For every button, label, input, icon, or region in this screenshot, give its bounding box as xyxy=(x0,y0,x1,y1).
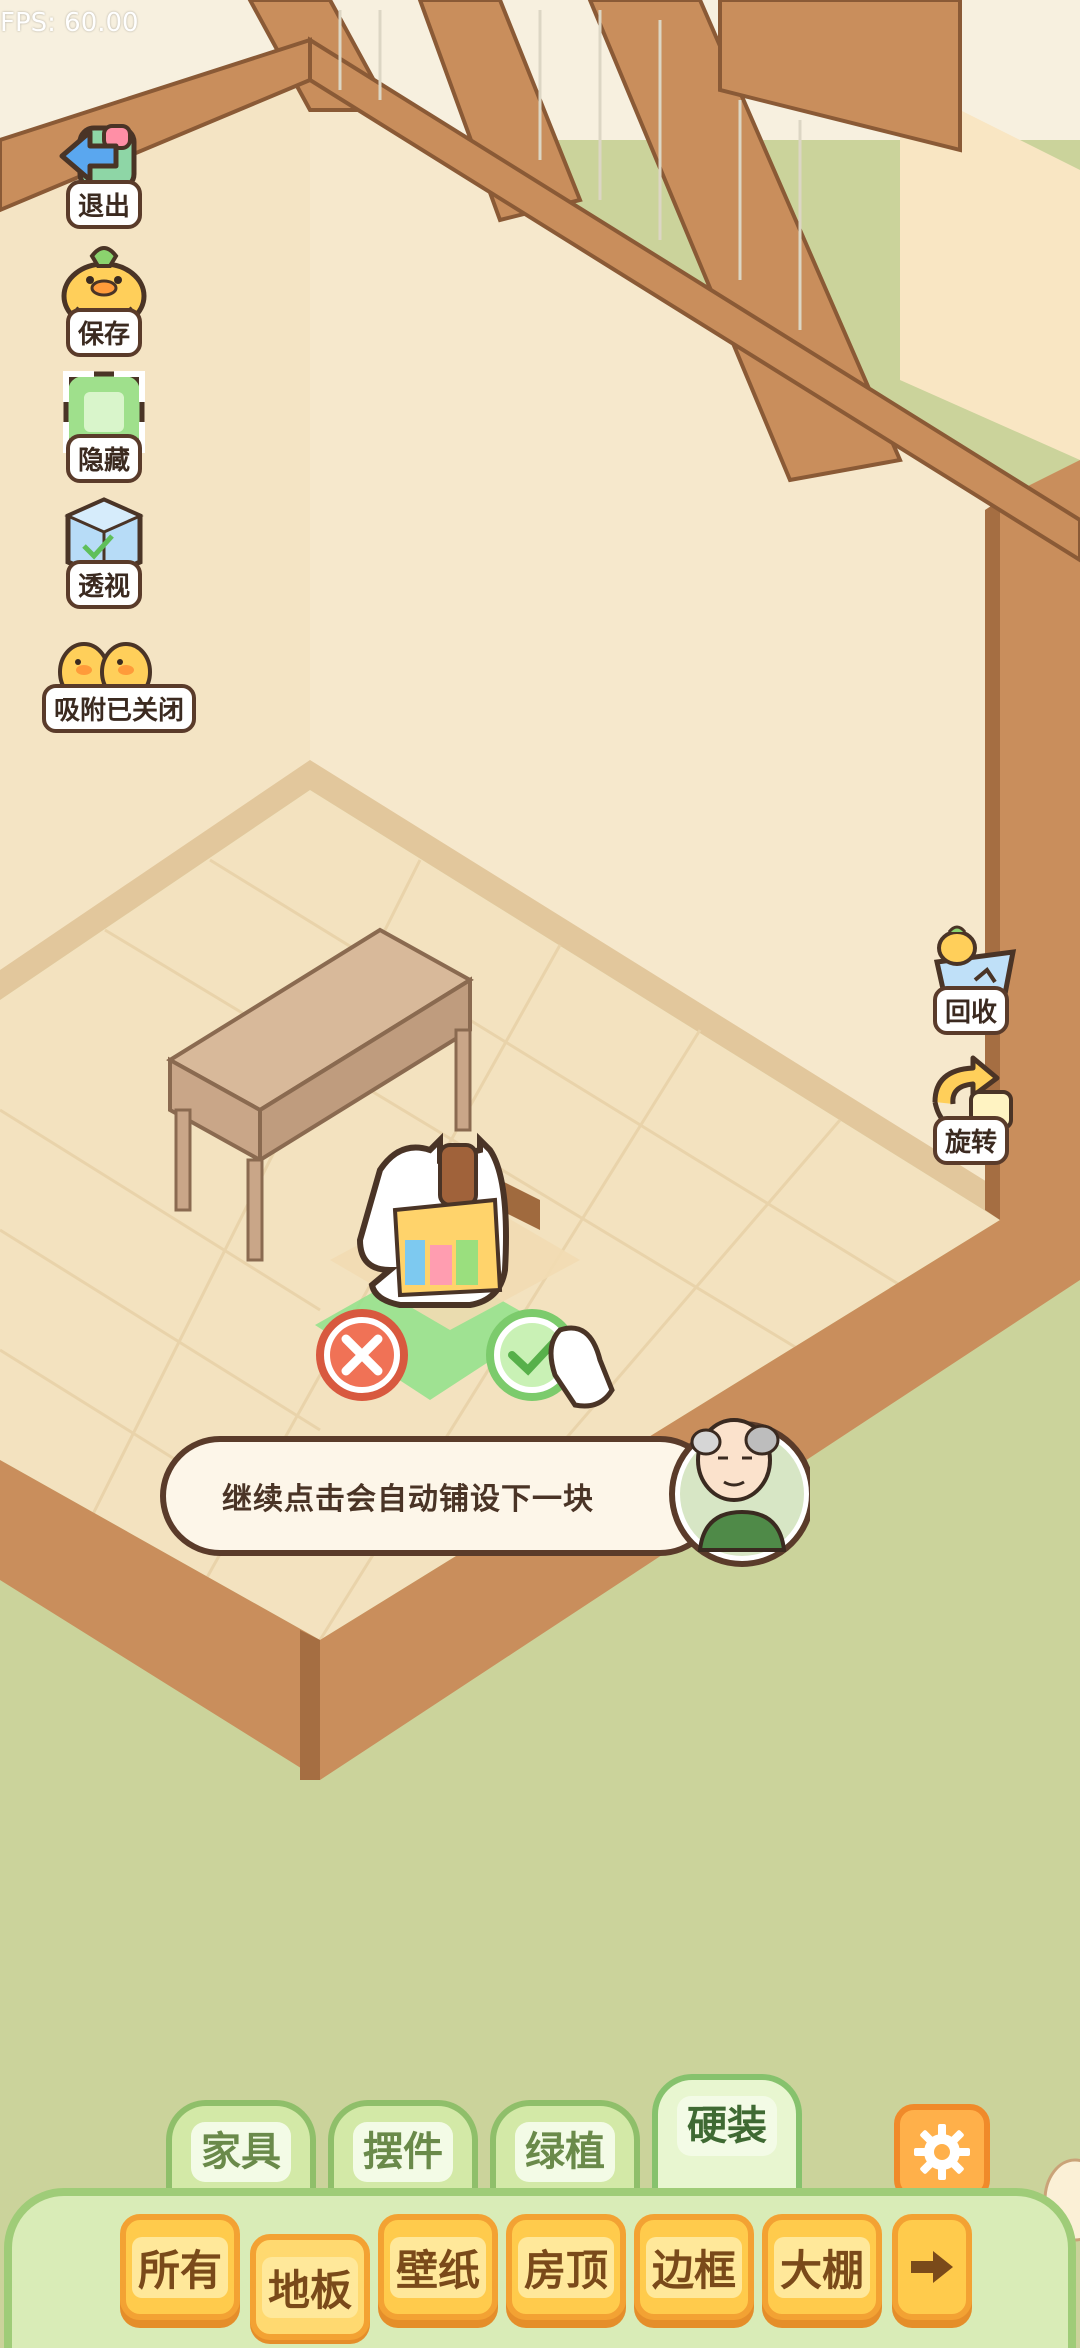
recycle-label: 回收 xyxy=(932,986,1009,1035)
tab-decorations-label: 摆件 xyxy=(353,2122,453,2182)
subtab-wallpaper[interactable]: 壁纸 xyxy=(378,2214,498,2320)
perspective-label: 透视 xyxy=(65,560,142,609)
subtab-roof-label: 房顶 xyxy=(517,2236,614,2298)
snap-toggle-label: 吸附已关闭 xyxy=(42,684,197,733)
exit-label: 退出 xyxy=(65,180,142,229)
cancel-placement-icon xyxy=(316,1309,408,1401)
subtab-roof[interactable]: 房顶 xyxy=(506,2214,626,2320)
subtab-greenhouse-label: 大棚 xyxy=(773,2236,870,2298)
tab-decorations[interactable]: 摆件 xyxy=(328,2100,478,2200)
tutorial-dialog[interactable]: 继续点击会自动铺设下一块 xyxy=(160,1436,720,1556)
settings-button[interactable] xyxy=(894,2104,990,2200)
tab-hard-decor-label: 硬装 xyxy=(677,2096,777,2156)
subtab-wallpaper-label: 壁纸 xyxy=(389,2236,486,2298)
exit-button[interactable]: 退出 xyxy=(44,108,164,229)
arrow-right-icon xyxy=(911,2251,953,2283)
save-label: 保存 xyxy=(65,308,142,357)
rotate-button[interactable]: 旋转 xyxy=(916,1052,1026,1165)
rotate-label: 旋转 xyxy=(932,1116,1009,1165)
fps-counter: FPS: 60.00 xyxy=(0,8,139,38)
next-page-button[interactable] xyxy=(892,2214,972,2320)
tutorial-dialog-text: 继续点击会自动铺设下一块 xyxy=(222,1482,594,1517)
tab-plants-label: 绿植 xyxy=(515,2122,615,2182)
recycle-button[interactable]: 回收 xyxy=(916,922,1026,1035)
hide-button[interactable]: 隐藏 xyxy=(44,362,164,483)
tab-furniture[interactable]: 家具 xyxy=(166,2100,316,2200)
snap-toggle-button[interactable]: 吸附已关闭 xyxy=(42,612,197,733)
subtab-floor-label: 地板 xyxy=(261,2256,358,2318)
gear-icon xyxy=(914,2124,970,2180)
tab-furniture-label: 家具 xyxy=(191,2122,291,2182)
subtab-all-label: 所有 xyxy=(131,2236,228,2298)
tab-plants[interactable]: 绿植 xyxy=(490,2100,640,2200)
grandpa-avatar xyxy=(664,1400,815,1572)
subtab-border-label: 边框 xyxy=(645,2236,742,2298)
subtab-border[interactable]: 边框 xyxy=(634,2214,754,2320)
save-button[interactable]: 保存 xyxy=(44,236,164,357)
subtab-all[interactable]: 所有 xyxy=(120,2214,240,2320)
perspective-button[interactable]: 透视 xyxy=(44,488,164,609)
tab-hard-decor[interactable]: 硬装 xyxy=(652,2074,802,2200)
subtab-floor[interactable]: 地板 xyxy=(250,2234,370,2340)
hide-label: 隐藏 xyxy=(65,434,142,483)
subtab-greenhouse[interactable]: 大棚 xyxy=(762,2214,882,2320)
